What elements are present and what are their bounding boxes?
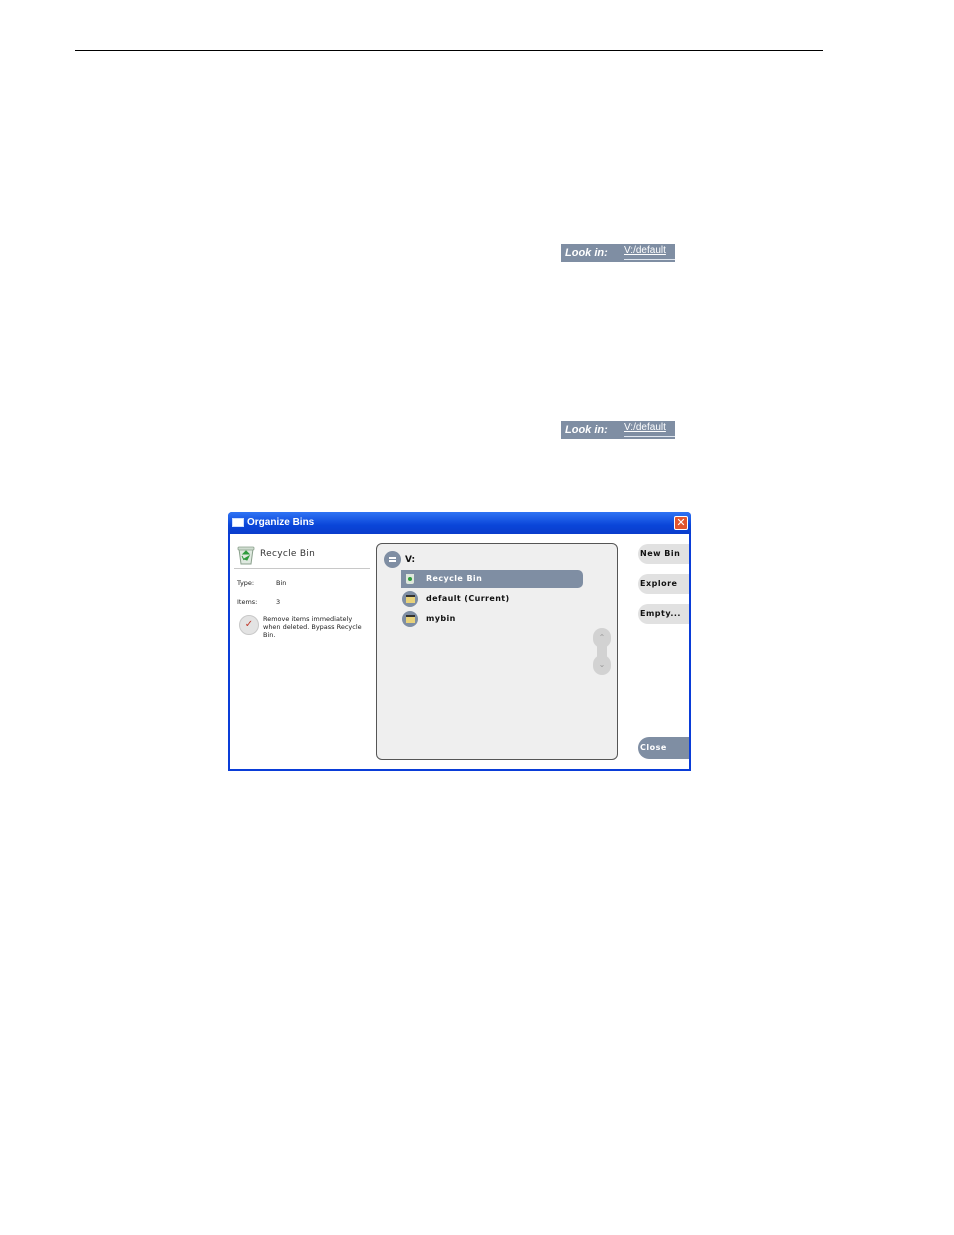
tree-item-default[interactable]: default (Current) [401,590,583,608]
tree-item-mybin[interactable]: mybin [401,610,583,628]
new-bin-button[interactable]: New Bin [638,544,689,564]
recycle-bin-icon [237,546,255,565]
tree-item-label: mybin [426,614,456,623]
title-bar[interactable]: Organize Bins ✕ [228,512,691,534]
window-icon [232,518,244,527]
look-in-label: Look in: [565,247,608,259]
tree-item-label: Recycle Bin [426,574,483,583]
bin-clapper-icon [402,591,418,607]
header-rule [75,50,823,51]
items-label: Items: [237,598,258,606]
drive-label[interactable]: V: [405,555,415,565]
look-in-path[interactable]: V:/default [624,422,666,433]
recycle-bin-icon [402,571,418,587]
close-icon[interactable]: ✕ [674,516,688,530]
explore-button[interactable]: Explore [638,574,689,594]
drive-icon[interactable] [384,551,401,568]
tree-item-label: default (Current) [426,594,510,603]
close-button[interactable]: Close [638,737,689,759]
window-title: Organize Bins [247,517,315,528]
items-value: 3 [276,598,281,606]
bypass-recycle-label: Remove items immediately when deleted. B… [263,615,362,639]
divider [234,568,370,569]
bypass-recycle-checkbox[interactable]: ✓ [239,615,259,635]
window-client: Recycle Bin Type: Bin Items: 3 ✓ Remove … [230,534,689,769]
look-in-bar: Look in: V:/default [561,421,675,439]
type-label: Type: [237,579,255,587]
look-in-bar: Look in: V:/default [561,244,675,262]
type-value: Bin [276,579,287,587]
scroll-up-button[interactable]: ⌃ [593,628,611,648]
selected-bin-title: Recycle Bin [260,549,316,559]
scroll-down-button[interactable]: ⌄ [593,655,611,675]
bin-clapper-icon [402,611,418,627]
empty-button[interactable]: Empty... [638,604,689,624]
look-in-label: Look in: [565,424,608,436]
organize-bins-window: Organize Bins ✕ Recycle Bin Type: Bin It… [228,512,691,771]
tree-item-recycle-bin[interactable]: Recycle Bin [401,570,583,588]
look-in-path[interactable]: V:/default [624,245,666,256]
bin-tree: V: Recycle Bin default (Current) mybin ⌃… [376,543,618,760]
